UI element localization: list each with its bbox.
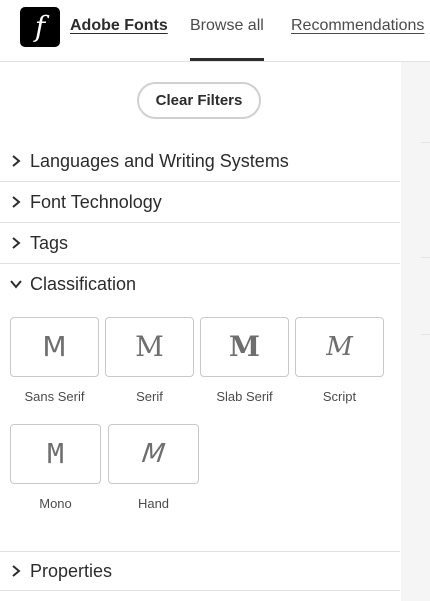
filter-section-classification[interactable]: Classification xyxy=(0,265,400,305)
classification-card-serif[interactable]: M xyxy=(105,317,194,377)
adobe-fonts-logo-icon[interactable]: f xyxy=(20,7,60,47)
classification-card-script[interactable]: M xyxy=(295,317,384,377)
brand-link[interactable]: Adobe Fonts xyxy=(70,17,168,35)
pane-divider xyxy=(421,257,430,258)
chevron-right-icon xyxy=(12,237,21,249)
filter-section-tags[interactable]: Tags xyxy=(0,224,400,264)
clear-filters-button[interactable]: Clear Filters xyxy=(137,82,261,119)
active-tab-indicator xyxy=(190,58,264,61)
filter-section-languages[interactable]: Languages and Writing Systems xyxy=(0,142,400,182)
filter-section-label: Font Technology xyxy=(30,192,162,212)
mono-sample: M xyxy=(47,437,64,470)
classification-label: Script xyxy=(322,389,357,404)
filter-sidebar: Clear Filters Languages and Writing Syst… xyxy=(0,62,400,601)
chevron-down-icon xyxy=(10,280,22,289)
classification-card-slab-serif[interactable]: M xyxy=(200,317,289,377)
classification-label: Serif xyxy=(136,389,163,404)
tab-recommendations[interactable]: Recommendations xyxy=(291,17,424,35)
sans-serif-sample: M xyxy=(42,330,67,363)
pane-divider xyxy=(421,334,430,335)
slab-serif-sample: M xyxy=(229,330,260,363)
classification-label: Slab Serif xyxy=(216,389,273,404)
chevron-right-icon xyxy=(12,196,21,208)
pane-divider xyxy=(421,142,430,143)
classification-label: Mono xyxy=(39,496,72,511)
serif-sample: M xyxy=(135,330,164,363)
top-nav: f Adobe Fonts Browse all Recommendations xyxy=(0,0,430,62)
classification-card-mono[interactable]: M xyxy=(10,424,101,484)
chevron-right-icon xyxy=(12,155,21,167)
results-pane xyxy=(401,62,430,601)
classification-label: Hand xyxy=(137,496,170,511)
filter-section-properties[interactable]: Properties xyxy=(0,551,400,591)
chevron-right-icon xyxy=(12,565,21,577)
classification-label: Sans Serif xyxy=(24,389,85,404)
filter-section-label: Properties xyxy=(30,561,113,581)
hand-sample: M xyxy=(140,439,167,469)
filter-section-label: Classification xyxy=(30,274,137,294)
classification-card-sans-serif[interactable]: M xyxy=(10,317,99,377)
filter-section-label: Languages and Writing Systems xyxy=(30,151,289,171)
tab-browse-all[interactable]: Browse all xyxy=(190,17,264,35)
classification-card-hand[interactable]: M xyxy=(108,424,199,484)
script-sample: M xyxy=(326,332,353,362)
filter-section-label: Tags xyxy=(30,233,69,253)
filter-section-font-technology[interactable]: Font Technology xyxy=(0,183,400,223)
